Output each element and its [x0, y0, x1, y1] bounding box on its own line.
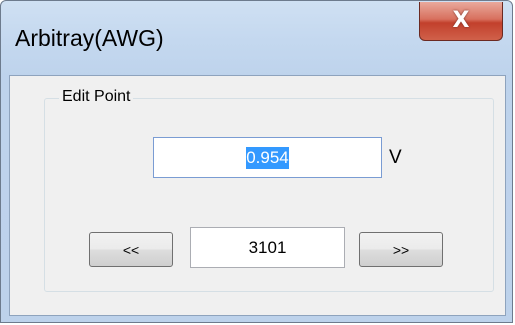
- title-bar[interactable]: Arbitray(AWG) X: [1, 1, 512, 75]
- edit-point-group: Edit Point 0.954 V << 3101 >>: [44, 88, 494, 292]
- point-value-text: 0.954: [246, 146, 289, 169]
- point-value-input[interactable]: 0.954: [153, 137, 382, 178]
- previous-point-button[interactable]: <<: [89, 232, 173, 267]
- next-point-button[interactable]: >>: [359, 232, 443, 267]
- unit-label: V: [389, 147, 402, 168]
- window-title: Arbitray(AWG): [15, 25, 164, 51]
- point-index-field[interactable]: 3101: [190, 227, 345, 268]
- dialog-window: Arbitray(AWG) X Edit Point 0.954 V << 31…: [0, 0, 513, 323]
- dialog-client-area: Edit Point 0.954 V << 3101 >>: [9, 75, 506, 316]
- close-icon: X: [452, 8, 470, 33]
- close-button[interactable]: X: [419, 2, 503, 41]
- edit-point-group-label: Edit Point: [59, 88, 134, 106]
